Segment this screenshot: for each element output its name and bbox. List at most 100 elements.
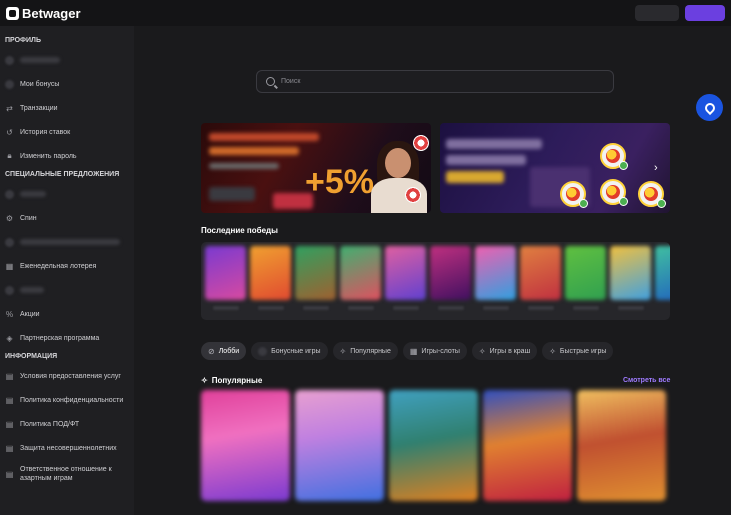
win-amount-blurred [618, 306, 644, 310]
win-amount-blurred [348, 306, 374, 310]
sidebar-item-transactions[interactable]: ⇄ Транзакции [0, 96, 134, 120]
tournament-icon [5, 237, 14, 247]
tab-label: Игры-слоты [421, 347, 460, 355]
win-game-thumbnail[interactable] [520, 246, 561, 300]
document-icon: ▤ [5, 469, 14, 479]
signup-button[interactable] [685, 5, 725, 21]
search-icon [266, 77, 275, 86]
sidebar-item-label [20, 191, 46, 197]
game-card[interactable] [295, 390, 384, 501]
sidebar-item-terms[interactable]: ▤ Условия предоставления услуг [0, 364, 134, 388]
sidebar-item-privacy[interactable]: ▤ Политика конфиденциальности [0, 388, 134, 412]
win-game-thumbnail[interactable] [205, 246, 246, 300]
banner-amount-blurred [446, 171, 504, 183]
recent-wins-title: Последние победы [201, 226, 278, 235]
tab-label: Игры в краш [489, 347, 531, 355]
grid-icon: ▦ [409, 346, 418, 356]
search-input[interactable]: Поиск [256, 70, 614, 93]
partner-icon: ◈ [6, 333, 13, 343]
betwager-logo[interactable]: Betwager [6, 6, 81, 21]
document-icon: ▤ [5, 443, 14, 453]
sidebar-item-spin[interactable]: ⚙︎ Спин [0, 206, 134, 230]
tag-icon [5, 189, 14, 199]
win-amount-blurred [573, 306, 599, 310]
win-game-thumbnail[interactable] [430, 246, 471, 300]
banner-title-blurred [209, 133, 319, 141]
sidebar: ПРОФИЛЬ Мои бонусы ⇄ Транзакции ↺ Истори… [0, 26, 134, 515]
sidebar-item-minor-protection[interactable]: ▤ Защита несовершеннолетних [0, 436, 134, 460]
sidebar-item-aml-policy[interactable]: ▤ Политика ПОД/ФТ [0, 412, 134, 436]
sidebar-item-weekly-lottery[interactable]: ▦ Еженедельная лотерея [0, 254, 134, 278]
sidebar-item-label: Условия предоставления услуг [20, 372, 121, 380]
sidebar-item-label: Защита несовершеннолетних [20, 444, 117, 452]
login-button[interactable] [635, 5, 679, 21]
win-amount-blurred [438, 306, 464, 310]
chip-icon [413, 135, 429, 151]
tab-bonus-games[interactable]: Бонусные игры [251, 342, 328, 360]
sidebar-item-label [20, 239, 120, 245]
banner-text-blurred [209, 163, 279, 169]
logo-text: Betwager [22, 5, 81, 21]
sidebar-item-partner-program[interactable]: ◈ Партнерская программа [0, 326, 134, 350]
sidebar-item-responsible-gambling[interactable]: ▤ Ответственное отношение к азартным игр… [0, 460, 134, 488]
game-card[interactable] [389, 390, 478, 501]
sidebar-item-offer-blurred-2[interactable] [0, 230, 134, 254]
document-icon: ▤ [5, 395, 14, 405]
tab-slots[interactable]: ▦ Игры-слоты [402, 342, 467, 360]
tab-popular[interactable]: ✧ Популярные [332, 342, 398, 360]
level-badge-icon [657, 199, 666, 208]
game-card[interactable] [483, 390, 572, 501]
tab-label: Лобби [218, 347, 240, 355]
banner-subtitle-blurred [209, 147, 299, 155]
location-support-button[interactable] [696, 94, 723, 121]
game-card[interactable] [577, 390, 666, 501]
win-game-thumbnail[interactable] [610, 246, 651, 300]
popular-section-title: ✧ Популярные [201, 376, 262, 385]
sidebar-item-label: Партнерская программа [20, 334, 100, 342]
sidebar-item-label: Политика конфиденциальности [20, 396, 124, 404]
sidebar-item-cashback[interactable] [0, 278, 134, 302]
sidebar-item-my-bonuses[interactable]: Мои бонусы [0, 72, 134, 96]
win-game-thumbnail[interactable] [565, 246, 606, 300]
tab-fast-games[interactable]: ✧ Быстрые игры [542, 342, 614, 360]
level-badge-icon [619, 197, 628, 206]
win-game-thumbnail[interactable] [475, 246, 516, 300]
sidebar-section-title-offers: СПЕЦИАЛЬНЫЕ ПРЕДЛОЖЕНИЯ [5, 171, 120, 178]
sidebar-item-promotions[interactable]: % Акции [0, 302, 134, 326]
recent-wins-panel [201, 242, 670, 320]
sparkle-icon: ✧ [339, 346, 347, 356]
sidebar-item-label: Транзакции [20, 104, 58, 112]
win-game-thumbnail[interactable] [295, 246, 336, 300]
sidebar-item-change-password[interactable]: 🔒︎ Изменить пароль [0, 144, 134, 168]
win-game-thumbnail[interactable] [250, 246, 291, 300]
tab-crash-games[interactable]: ✧ Игры в краш [471, 342, 538, 360]
sidebar-item-label: Акции [20, 310, 40, 318]
sidebar-item-offer-blurred-1[interactable] [0, 182, 134, 206]
sidebar-item-label: История ставок [20, 128, 71, 136]
win-game-thumbnail[interactable] [655, 246, 670, 300]
banner-cta-blurred[interactable] [209, 187, 255, 201]
sidebar-section-title-info: ИНФОРМАЦИЯ [5, 353, 58, 360]
win-amount-blurred [258, 306, 284, 310]
sidebar-item-bet-history[interactable]: ↺ История ставок [0, 120, 134, 144]
welcome-bonus-banner[interactable]: +5% [201, 123, 431, 213]
promo-banner[interactable] [440, 123, 670, 213]
banner-next-arrow-icon[interactable]: › [654, 162, 658, 174]
win-game-thumbnail[interactable] [340, 246, 381, 300]
bonus-percent-text: +5% [305, 163, 374, 201]
avatar-icon [5, 55, 14, 65]
document-icon: ▤ [5, 419, 14, 429]
tab-lobby[interactable]: ⊘ Лобби [201, 342, 247, 360]
win-amount-blurred [303, 306, 329, 310]
game-card[interactable] [201, 390, 290, 501]
sidebar-item-profile-user[interactable] [0, 48, 134, 72]
sidebar-item-label [20, 287, 44, 293]
banner-model [385, 148, 411, 178]
sparkle-icon: ✧ [478, 346, 486, 356]
compass-icon: ⊘ [208, 346, 215, 356]
win-game-thumbnail[interactable] [385, 246, 426, 300]
see-all-link[interactable]: Смотреть все [623, 377, 670, 384]
main-content: Поиск +5% › Последние победы ⊘ Лобби Бон… [134, 26, 731, 515]
win-amount-blurred [213, 306, 239, 310]
gift-icon [5, 79, 14, 89]
